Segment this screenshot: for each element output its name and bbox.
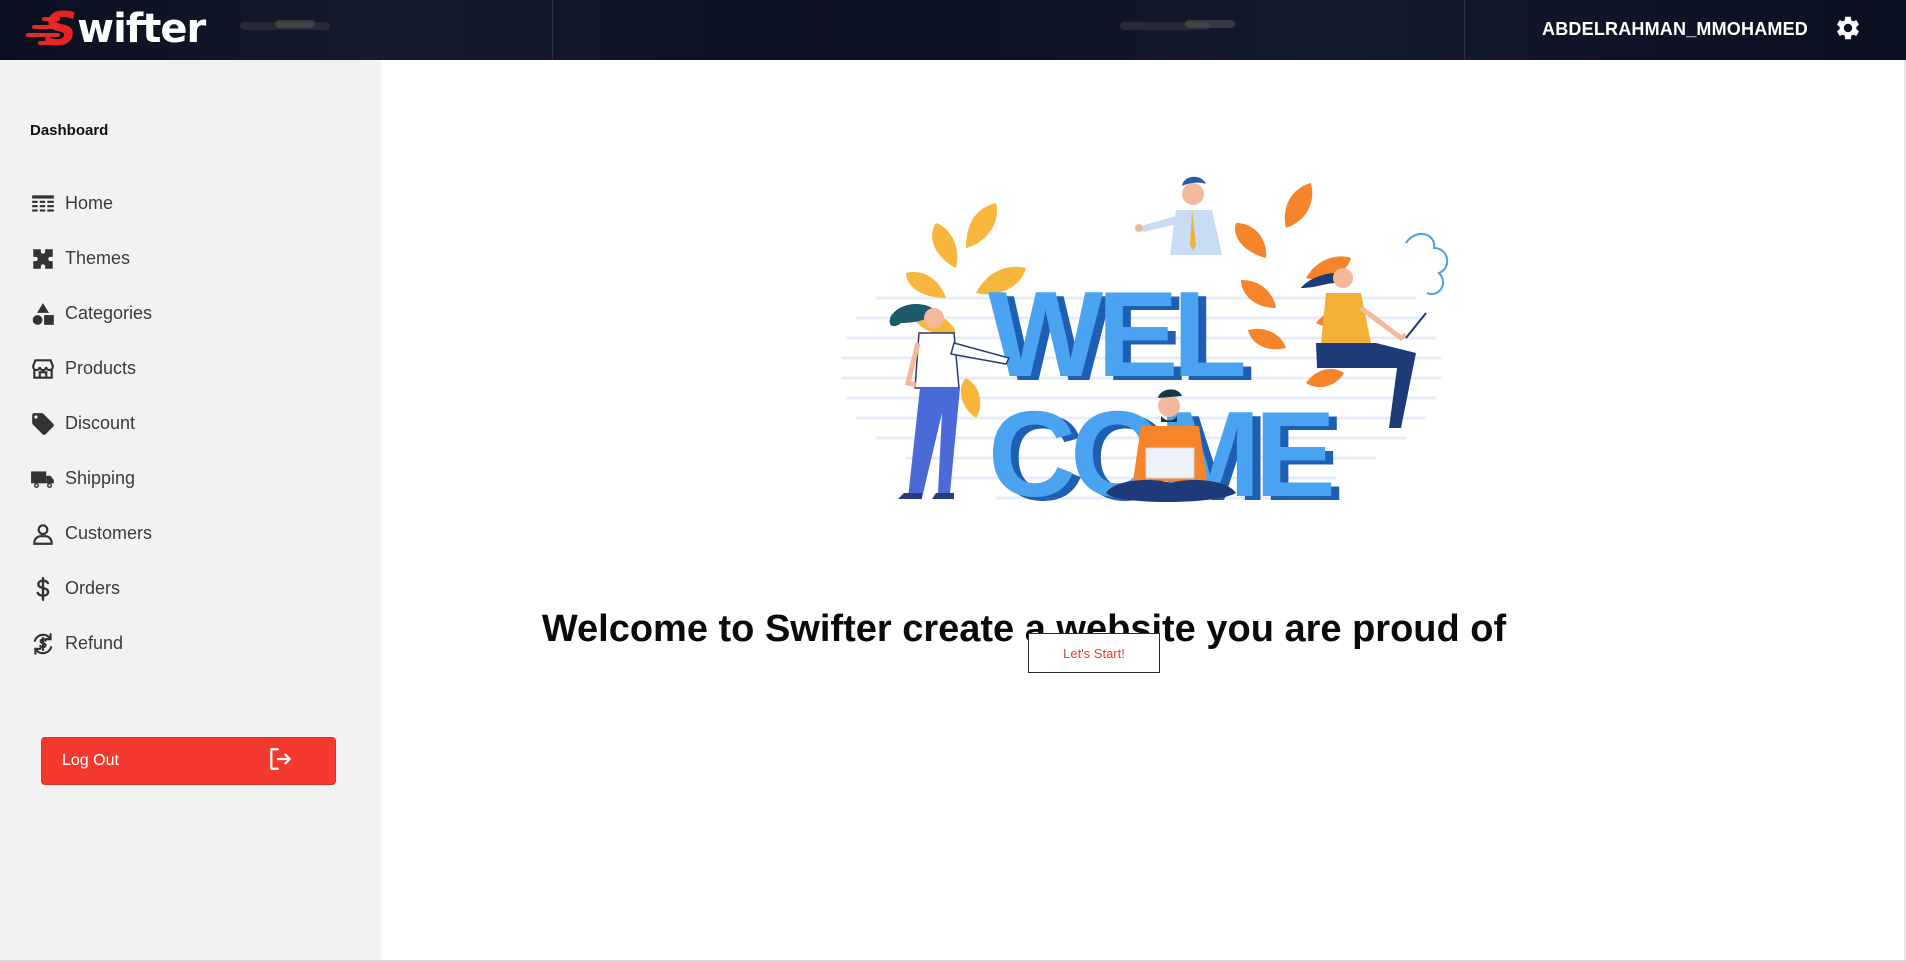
sidebar-item-label: Home: [65, 193, 114, 213]
logout-icon: [267, 746, 293, 777]
shapes-icon: [30, 301, 56, 327]
logout-label: Log Out: [62, 752, 119, 769]
sidebar-item-label: Shipping: [65, 468, 136, 488]
sidebar-item-label: Customers: [65, 523, 153, 543]
brand-name: wifter: [77, 6, 206, 52]
sidebar-nav: Home Themes Categories Products Discount: [30, 176, 360, 671]
sidebar-item-discount[interactable]: Discount: [30, 396, 360, 451]
header-decoration: [275, 20, 315, 28]
truck-icon: [30, 466, 56, 492]
man-standing-figure: [1135, 176, 1222, 255]
refund-icon: [30, 631, 56, 657]
header-decoration: [1464, 0, 1465, 60]
storefront-icon: [30, 356, 56, 382]
sidebar-item-refund[interactable]: Refund: [30, 616, 360, 671]
sidebar-item-categories[interactable]: Categories: [30, 286, 360, 341]
sidebar-item-themes[interactable]: Themes: [30, 231, 360, 286]
welcome-word-top: WEL: [988, 266, 1244, 402]
username[interactable]: ABDELRAHMAN_MMOHAMED: [1542, 19, 1808, 40]
sidebar-item-label: Refund: [65, 633, 124, 653]
sidebar-item-home[interactable]: Home: [30, 176, 360, 231]
welcome-illustration: WEL WEL COME COME: [841, 176, 1449, 526]
start-button[interactable]: Let's Start!: [1028, 633, 1160, 673]
dollar-icon: [30, 576, 56, 602]
brand-logo[interactable]: S wifter: [20, 6, 206, 52]
sidebar-item-shipping[interactable]: Shipping: [30, 451, 360, 506]
sidebar-item-customers[interactable]: Customers: [30, 506, 360, 561]
welcome-headline: Welcome to Swifter create a website you …: [541, 608, 1507, 650]
sidebar-item-label: Themes: [65, 248, 131, 268]
sidebar-title: Dashboard: [30, 122, 109, 139]
sidebar-item-orders[interactable]: Orders: [30, 561, 360, 616]
home-grid-icon: [30, 191, 56, 217]
sidebar-item-label: Categories: [65, 303, 153, 323]
person-icon: [30, 521, 56, 547]
header-decoration: [1185, 20, 1235, 28]
header-decoration: [552, 0, 553, 60]
puzzle-icon: [30, 246, 56, 272]
sidebar-item-products[interactable]: Products: [30, 341, 360, 396]
speed-lines-icon: [20, 9, 60, 49]
top-header: S wifter ABDELRAHMAN_MMOHAMED: [0, 0, 1906, 60]
sidebar: Dashboard Home Themes Categories Product…: [0, 60, 381, 962]
sidebar-item-label: Discount: [65, 413, 136, 433]
sidebar-item-label: Orders: [65, 578, 121, 598]
tag-icon: [30, 411, 56, 437]
main-content: WEL WEL COME COME: [381, 60, 1906, 962]
logout-button[interactable]: Log Out: [41, 737, 336, 785]
sidebar-item-label: Products: [65, 358, 137, 378]
gear-icon[interactable]: [1834, 14, 1862, 42]
